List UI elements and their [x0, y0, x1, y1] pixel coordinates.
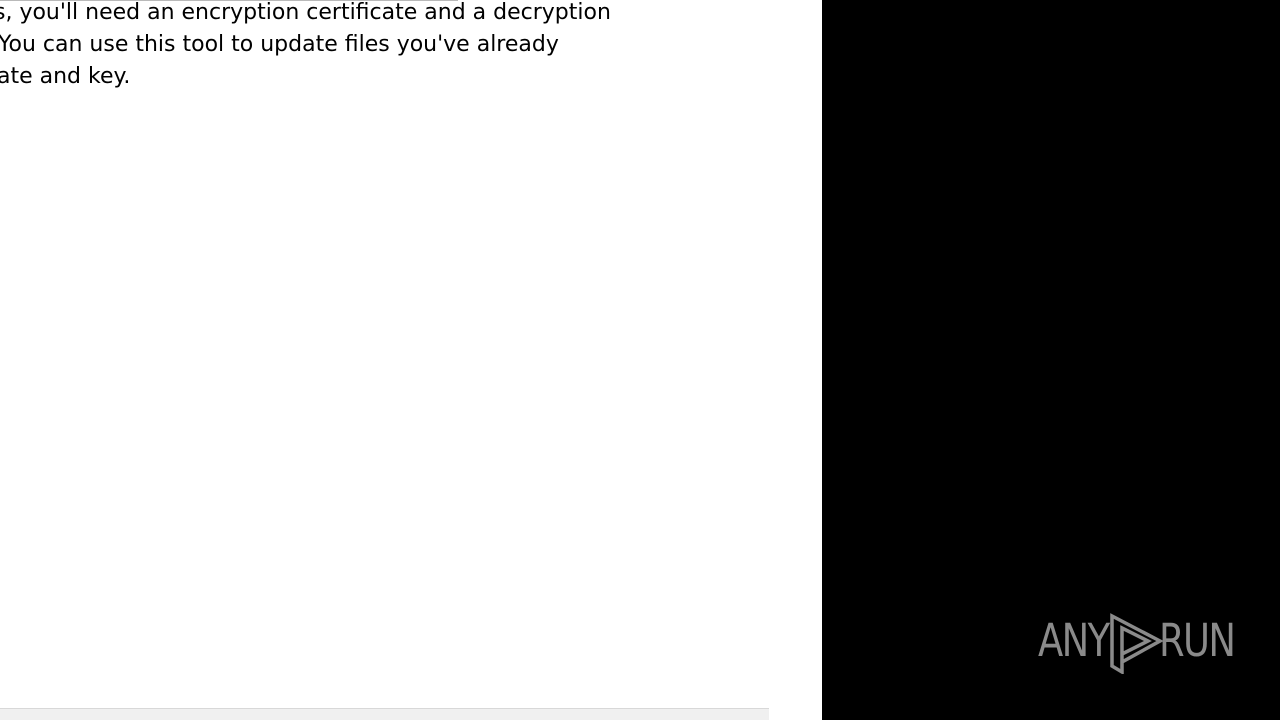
description-line-2: You can use this tool to update files yo… [0, 32, 559, 57]
description-line-3: ate and key. [0, 64, 131, 89]
watermark-any-text: ANY [1038, 614, 1110, 667]
encryption-info-dialog: s, you'll need an encryption certificate… [0, 0, 822, 720]
description-line-1: s, you'll need an encryption certificate… [0, 0, 611, 25]
screen: s, you'll need an encryption certificate… [0, 0, 1280, 720]
horizontal-scrollbar[interactable] [0, 708, 769, 720]
play-triangle-icon [1110, 613, 1164, 674]
anyrun-watermark: ANY RUN [1038, 608, 1236, 674]
watermark-run-text: RUN [1159, 614, 1236, 667]
description-text: s, you'll need an encryption certificate… [0, 0, 822, 100]
